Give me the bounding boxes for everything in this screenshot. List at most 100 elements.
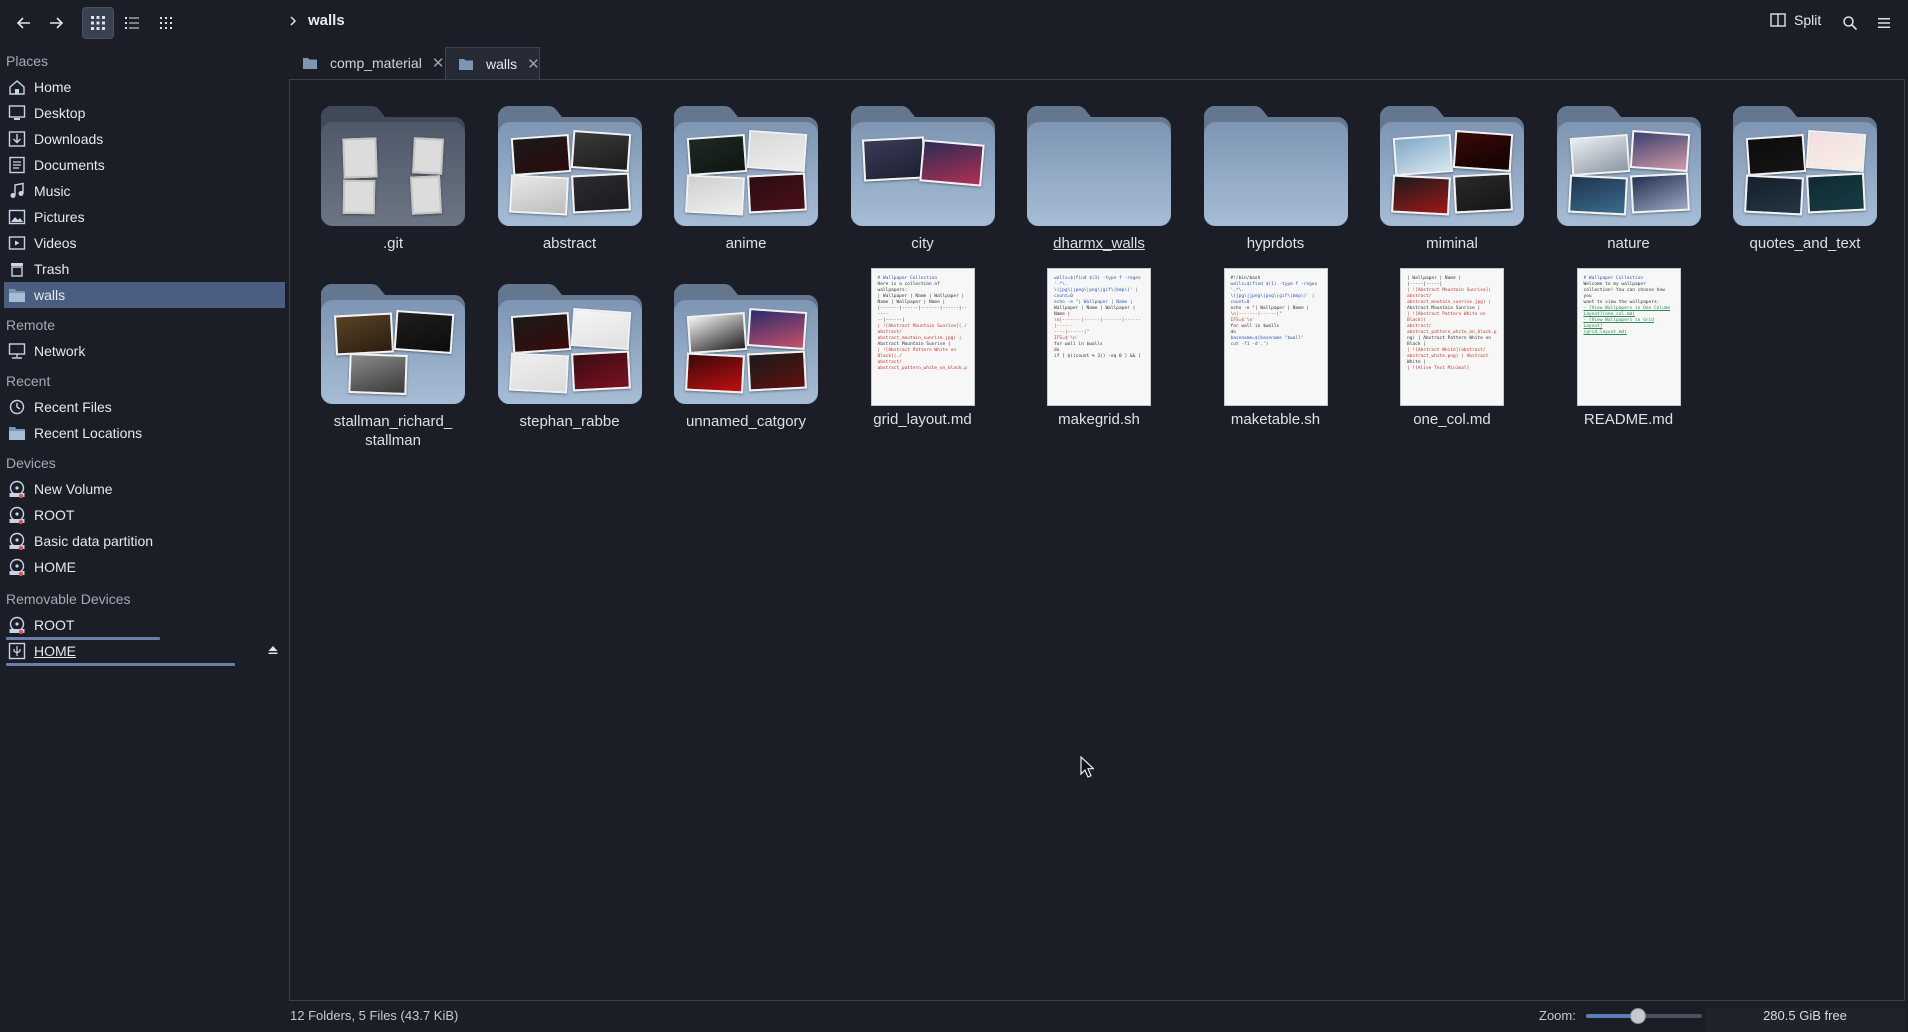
folder-preview-thumbnail: [570, 308, 631, 350]
folder-item[interactable]: abstract: [490, 100, 650, 253]
breadcrumb[interactable]: walls: [288, 12, 345, 29]
sidebar-item-music[interactable]: Music: [4, 178, 285, 204]
sidebar-item-root[interactable]: ROOT: [4, 612, 285, 638]
sidebar-item-basic-data-partition[interactable]: Basic data partition: [4, 528, 285, 554]
folder-preview-thumbnail: [1569, 134, 1630, 176]
sidebar-item-downloads[interactable]: Downloads: [4, 126, 285, 152]
tab-comp-material[interactable]: comp_material ✕: [290, 47, 445, 79]
capacity-bar: [6, 663, 235, 666]
folder-icon: [321, 278, 465, 404]
preview-line: (grid_layout.md): [1583, 330, 1627, 335]
folder-item[interactable]: .git: [313, 100, 473, 253]
file-item[interactable]: #!/bin/bash walls=$(find $(1) -type f -r…: [1196, 268, 1356, 429]
zoom-control: Zoom:: [1539, 1007, 1702, 1024]
folder-preview-thumbnail: [918, 139, 985, 187]
folder-item[interactable]: stallman_richard_ stallman: [313, 278, 473, 450]
network-icon: [7, 341, 27, 361]
folder-item[interactable]: unnamed_catgory: [666, 278, 826, 431]
sidebar-item-label: HOME: [34, 643, 76, 659]
folder-preview-thumbnail: [410, 175, 442, 215]
breadcrumb-current[interactable]: walls: [308, 12, 345, 29]
file-item[interactable]: walls=$(find $(1) -type f -regex '.*\. \(…: [1019, 268, 1179, 429]
preview-line: collection! You can choose how you: [1583, 288, 1665, 299]
file-item[interactable]: | Wallpaper | Name | |-----|-----| | ![Abs…: [1372, 268, 1532, 429]
sidebar-item-home[interactable]: HOME: [4, 638, 285, 664]
search-button[interactable]: [1834, 7, 1866, 39]
sidebar-item-desktop[interactable]: Desktop: [4, 100, 285, 126]
sidebar-item-label: walls: [34, 287, 66, 303]
folder-item[interactable]: anime: [666, 100, 826, 253]
back-button[interactable]: [8, 7, 40, 39]
file-view[interactable]: .git abstract anime city dharmx_walls hyprdot…: [289, 79, 1905, 1001]
folder-item[interactable]: stephan_rabbe: [490, 278, 650, 431]
folder-item[interactable]: city: [843, 100, 1003, 253]
split-view-icon: [1770, 13, 1786, 27]
arrow-left-icon: [16, 17, 30, 29]
folder-item[interactable]: hyprdots: [1196, 100, 1356, 253]
trash-icon: [7, 259, 27, 279]
sidebar-item-documents[interactable]: Documents: [4, 152, 285, 178]
folder-preview-thumbnail: [686, 134, 748, 176]
forward-button[interactable]: [40, 7, 72, 39]
file-item[interactable]: # Wallpaper Collection Here is a collect…: [843, 268, 1003, 429]
zoom-slider[interactable]: [1585, 1007, 1702, 1024]
menu-button[interactable]: [1868, 7, 1900, 39]
folder-item[interactable]: dharmx_walls: [1019, 100, 1179, 253]
folder-preview-thumbnail: [1392, 134, 1454, 176]
sidebar-item-home[interactable]: Home: [4, 74, 285, 100]
status-summary: 12 Folders, 5 Files (43.7 KiB): [290, 1008, 459, 1023]
sidebar-item-home[interactable]: HOME: [4, 554, 285, 580]
folder-preview-thumbnail: [570, 350, 631, 392]
item-name: abstract: [542, 235, 597, 252]
sidebar-item-new-volume[interactable]: New Volume: [4, 476, 285, 502]
sidebar-item-walls[interactable]: walls: [4, 282, 285, 308]
item-name: nature: [1607, 235, 1650, 252]
split-button[interactable]: Split: [1770, 12, 1821, 28]
sidebar-item-recent-files[interactable]: Recent Files: [4, 394, 285, 420]
drive-icon: [7, 557, 27, 577]
sidebar-item-pictures[interactable]: Pictures: [4, 204, 285, 230]
drive-icon: [7, 505, 27, 525]
sidebar-item-videos[interactable]: Videos: [4, 230, 285, 256]
recent-section-title: Recent: [6, 373, 51, 389]
sidebar-item-recent-locations[interactable]: Recent Locations: [4, 420, 285, 446]
folder-preview-thumbnail: [1805, 130, 1867, 172]
details-view-button[interactable]: [116, 7, 148, 39]
search-icon: [1843, 16, 1858, 31]
item-name: grid_layout.md: [873, 411, 972, 428]
tab-walls[interactable]: walls ✕: [445, 47, 540, 79]
folder-item[interactable]: nature: [1549, 100, 1709, 253]
close-icon[interactable]: ✕: [527, 55, 540, 73]
item-name: miminal: [1426, 235, 1478, 252]
eject-icon[interactable]: [267, 643, 279, 659]
folder-icon: [456, 54, 476, 74]
zoom-slider-handle[interactable]: [1630, 1007, 1647, 1024]
sidebar-item-root[interactable]: ROOT: [4, 502, 285, 528]
folder-preview-thumbnail: [570, 130, 631, 172]
sidebar-item-network[interactable]: Network: [4, 338, 285, 364]
folder-item[interactable]: quotes_and_text: [1725, 100, 1885, 253]
list-view-icon: [125, 17, 139, 29]
close-icon[interactable]: ✕: [432, 54, 445, 72]
sidebar-item-label: Network: [34, 343, 86, 359]
folder-item[interactable]: miminal: [1372, 100, 1532, 253]
file-preview: walls=$(find $(1) -type f -regex '.*\. \(…: [1047, 268, 1151, 406]
icons-view-button[interactable]: [82, 7, 114, 39]
folder-preview-thumbnail: [747, 172, 807, 214]
file-preview: # Wallpaper Collection Welcome to my wal…: [1576, 268, 1681, 406]
folder-icon: [1027, 100, 1171, 226]
folder-icon: [850, 100, 995, 226]
drive-icon: [7, 531, 27, 551]
folder-preview-thumbnail: [1453, 172, 1513, 214]
folder-icon: [1733, 100, 1877, 226]
preview-line: | ![Abstract Pattern White on Black](./: [877, 348, 957, 359]
folder-preview-thumbnail: [508, 174, 569, 216]
preview-line: cut -f1 -d'.'): [1230, 342, 1269, 347]
file-item[interactable]: # Wallpaper Collection Welcome to my wal…: [1549, 268, 1709, 429]
sidebar-item-trash[interactable]: Trash: [4, 256, 285, 282]
item-name: stallman_richard_ stallman: [333, 413, 453, 449]
zoom-label: Zoom:: [1539, 1008, 1576, 1023]
usb-icon: [7, 641, 27, 661]
compact-view-button[interactable]: [150, 7, 182, 39]
tab-label: comp_material: [330, 55, 422, 71]
